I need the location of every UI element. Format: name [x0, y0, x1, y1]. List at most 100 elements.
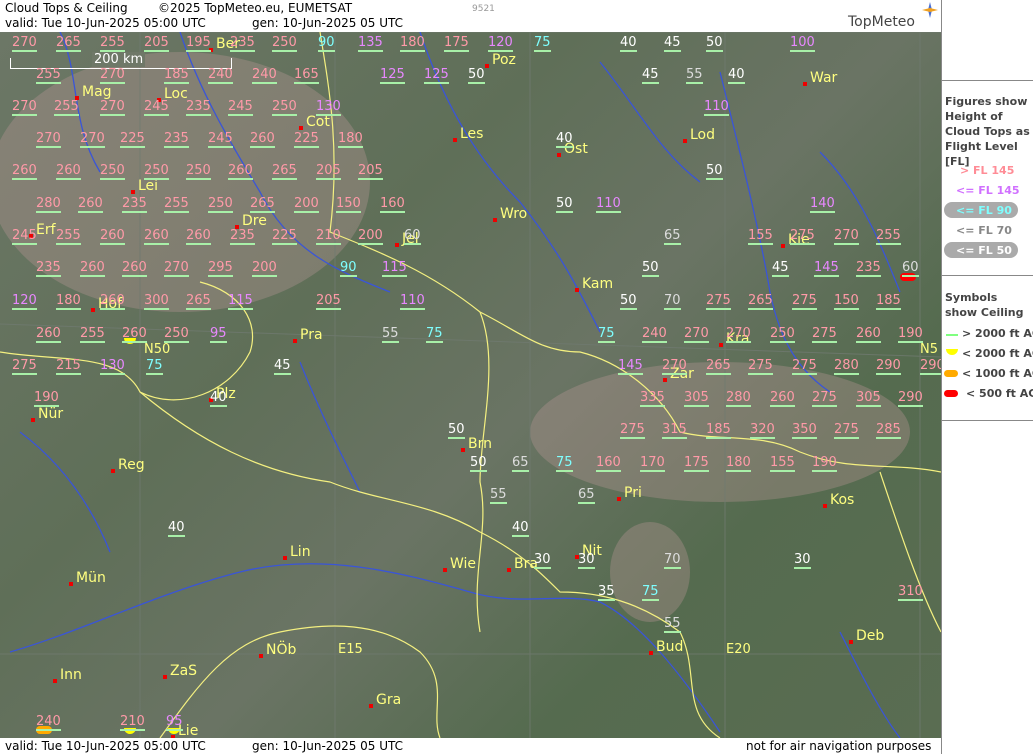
cloud-top-value: 250 [186, 163, 211, 180]
city-name: Lod [690, 127, 716, 143]
cloud-top-value: 55 [664, 616, 681, 633]
cloud-top-value: 255 [36, 67, 61, 84]
city-label: Lei [131, 178, 159, 194]
cloud-top-value: 250 [272, 99, 297, 116]
cloud-top-value: 270 [726, 326, 751, 343]
cloud-top-value: 260 [78, 196, 103, 213]
cloud-top-value: 195 [186, 35, 211, 52]
city-label: Wie [443, 556, 476, 572]
cloud-top-value: 265 [272, 163, 297, 180]
cloud-top-value: 50 [468, 67, 485, 84]
cloud-top-value: 225 [120, 131, 145, 148]
city-label: Erf [29, 222, 56, 238]
city-marker-icon [461, 448, 465, 452]
city-name: Les [460, 126, 484, 142]
city-label: Dre [235, 213, 267, 229]
cloud-top-value: 255 [56, 228, 81, 245]
cloud-top-value: 65 [664, 228, 681, 245]
city-label: Les [453, 126, 484, 142]
cloud-top-value: 255 [54, 99, 79, 116]
cloud-top-value: 250 [144, 163, 169, 180]
cloud-top-value: 60 [404, 228, 421, 245]
cloud-top-value: 40 [168, 520, 185, 537]
cloud-top-value: 280 [834, 358, 859, 375]
ceiling-symbol-green [946, 334, 958, 336]
city-marker-icon [369, 704, 373, 708]
cloud-top-value: 50 [470, 455, 487, 472]
cloud-top-value: 50 [556, 196, 573, 213]
cloud-top-value: 255 [100, 35, 125, 52]
cloud-top-value: 260 [56, 163, 81, 180]
city-label: Inn [53, 667, 82, 683]
city-name: Kam [582, 276, 614, 292]
cloud-top-value: 245 [228, 99, 253, 116]
city-marker-icon [395, 243, 399, 247]
city-name: Brn [468, 436, 492, 452]
city-marker-icon [649, 651, 653, 655]
cloud-top-value: 235 [164, 131, 189, 148]
city-marker-icon [575, 288, 579, 292]
cloud-top-value: 50 [620, 293, 637, 310]
cloud-top-value: 160 [380, 196, 405, 213]
cloud-top-value: 275 [812, 326, 837, 343]
cloud-top-value: 265 [56, 35, 81, 52]
city-name: Lei [138, 178, 159, 194]
cloud-top-value: 275 [792, 358, 817, 375]
cloud-top-value: 290 [920, 358, 941, 375]
city-name: Erf [36, 222, 56, 238]
cloud-top-value: 125 [380, 67, 405, 84]
legend-ceiling-item: > 2000 ft AGL [962, 327, 1033, 340]
cloud-top-value: 250 [770, 326, 795, 343]
city-label: Lin [283, 544, 311, 560]
cloud-top-value: 270 [662, 358, 687, 375]
city-name: Wro [500, 206, 528, 222]
city-label: Nür [31, 406, 63, 422]
cloud-top-value: 60 [902, 260, 919, 277]
cloud-top-value: 210 [120, 714, 145, 731]
cloud-top-value: 215 [56, 358, 81, 375]
cloud-top-value: 335 [640, 390, 665, 407]
cloud-top-value: 310 [898, 584, 923, 601]
cloud-top-value: 260 [122, 260, 147, 277]
cloud-top-value: 40 [556, 131, 573, 148]
cloud-top-value: 235 [36, 260, 61, 277]
cloud-top-value: 45 [274, 358, 291, 375]
legend-fl-item: <= FL 145 [956, 184, 1020, 197]
cloud-top-value: 260 [12, 163, 37, 180]
cloud-top-value: 275 [834, 422, 859, 439]
legend-ceiling-item: < 500 ft AGL [966, 387, 1033, 400]
compass-logo-icon [922, 2, 938, 18]
cloud-top-value: 75 [426, 326, 443, 343]
cloud-top-value: 190 [898, 326, 923, 343]
cloud-top-value: 30 [794, 552, 811, 569]
cloud-top-value: 50 [706, 163, 723, 180]
city-marker-icon [443, 568, 447, 572]
cloud-top-value: 155 [770, 455, 795, 472]
city-label: Mag [75, 84, 112, 100]
city-marker-icon [283, 556, 287, 560]
cloud-top-value: 260 [80, 260, 105, 277]
city-name: Mag [82, 84, 112, 100]
cloud-top-value: 190 [812, 455, 837, 472]
city-marker-icon [31, 418, 35, 422]
cloud-top-value: 55 [382, 326, 399, 343]
cloud-top-value: 110 [596, 196, 621, 213]
cloud-top-value: 40 [512, 520, 529, 537]
cloud-top-value: 260 [228, 163, 253, 180]
cloud-top-value: 280 [36, 196, 61, 213]
cloud-top-value: 250 [208, 196, 233, 213]
city-name: NÖb [266, 642, 297, 658]
cloud-top-value: 205 [316, 293, 341, 310]
cloud-top-value: 280 [726, 390, 751, 407]
city-label: Reg [111, 457, 145, 473]
lat-label: N50 [144, 342, 171, 357]
cloud-top-value: 290 [876, 358, 901, 375]
satellite-map[interactable]: 200 km N50 N5 E15 E20 Ber Poz War Mag Loc Cot… [0, 32, 941, 738]
city-label: Bud [649, 639, 683, 655]
city-marker-icon [849, 640, 853, 644]
legend-ceiling-item: < 2000 ft AGL [962, 347, 1033, 360]
cloud-top-value: 260 [100, 293, 125, 310]
cloud-top-value: 75 [146, 358, 163, 375]
cloud-top-value: 150 [834, 293, 859, 310]
copyright: ©2025 TopMeteo.eu, EUMETSAT [158, 1, 353, 15]
